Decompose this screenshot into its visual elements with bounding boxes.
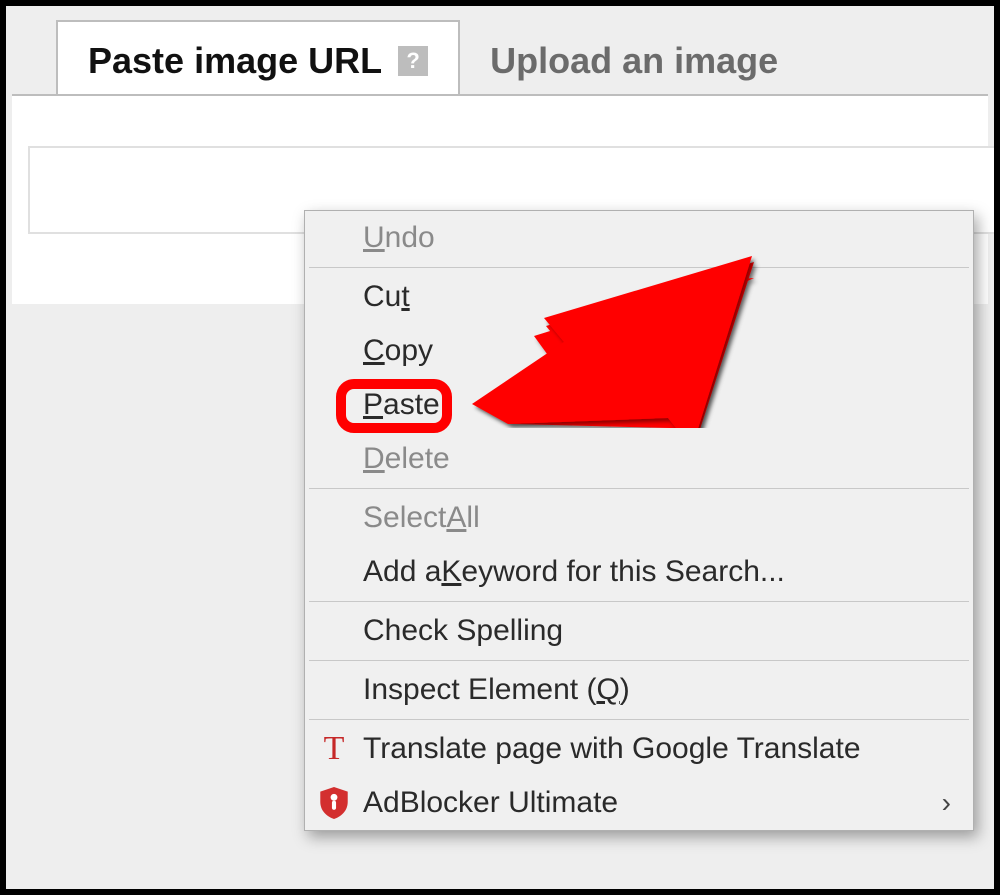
tab-upload-image[interactable]: Upload an image [460, 22, 808, 100]
screenshot-frame: Paste image URL ? Upload an image Undo C… [0, 0, 1000, 895]
context-menu-copy[interactable]: Copy [305, 324, 973, 378]
menu-label-pre: Cu [363, 280, 401, 314]
menu-label-pre: Select [363, 501, 446, 535]
context-menu-translate[interactable]: T Translate page with Google Translate [305, 722, 973, 776]
context-menu: Undo Cut Copy Paste Delete Select All Ad… [304, 210, 974, 831]
menu-label-post: ) [620, 673, 630, 707]
context-menu-check-spelling[interactable]: Check Spelling [305, 604, 973, 658]
tab-label: Paste image URL [88, 40, 382, 82]
tabs-row: Paste image URL ? Upload an image [56, 20, 808, 100]
menu-label-accel: K [441, 555, 461, 589]
menu-label-post: elete [385, 442, 450, 476]
menu-label-post: ll [466, 501, 479, 535]
tab-label: Upload an image [490, 40, 778, 81]
menu-label-accel: P [363, 388, 383, 422]
menu-separator [309, 719, 969, 720]
menu-label-pre: Check Spelling [363, 614, 563, 648]
menu-label-accel: Q [596, 673, 619, 707]
menu-label-pre: Add a [363, 555, 441, 589]
menu-label-post: ndo [385, 221, 435, 255]
menu-separator [309, 267, 969, 268]
context-menu-inspect-element[interactable]: Inspect Element (Q) [305, 663, 973, 717]
context-menu-add-keyword[interactable]: Add a Keyword for this Search... [305, 545, 973, 599]
menu-label-accel: C [363, 334, 385, 368]
menu-label-pre: AdBlocker Ultimate [363, 786, 618, 820]
menu-label-post: opy [385, 334, 433, 368]
menu-separator [309, 601, 969, 602]
menu-label-pre: Translate page with Google Translate [363, 732, 861, 766]
context-menu-undo[interactable]: Undo [305, 211, 973, 265]
adblocker-shield-icon [317, 786, 351, 820]
menu-label-accel: A [446, 501, 466, 535]
menu-label-pre: Inspect Element ( [363, 673, 596, 707]
menu-label-accel: t [401, 280, 409, 314]
context-menu-adblocker[interactable]: AdBlocker Ultimate › [305, 776, 973, 830]
context-menu-select-all[interactable]: Select All [305, 491, 973, 545]
translate-icon: T [317, 732, 351, 766]
menu-separator [309, 488, 969, 489]
context-menu-delete[interactable]: Delete [305, 432, 973, 486]
tab-paste-image-url[interactable]: Paste image URL ? [56, 20, 460, 100]
menu-label-accel: D [363, 442, 385, 476]
menu-label-post: aste [383, 388, 440, 422]
submenu-arrow-icon: › [942, 787, 951, 819]
help-icon[interactable]: ? [398, 46, 428, 76]
context-menu-cut[interactable]: Cut [305, 270, 973, 324]
menu-separator [309, 660, 969, 661]
menu-label-post: eyword for this Search... [461, 555, 784, 589]
context-menu-paste[interactable]: Paste [305, 378, 973, 432]
menu-label-accel: U [363, 221, 385, 255]
